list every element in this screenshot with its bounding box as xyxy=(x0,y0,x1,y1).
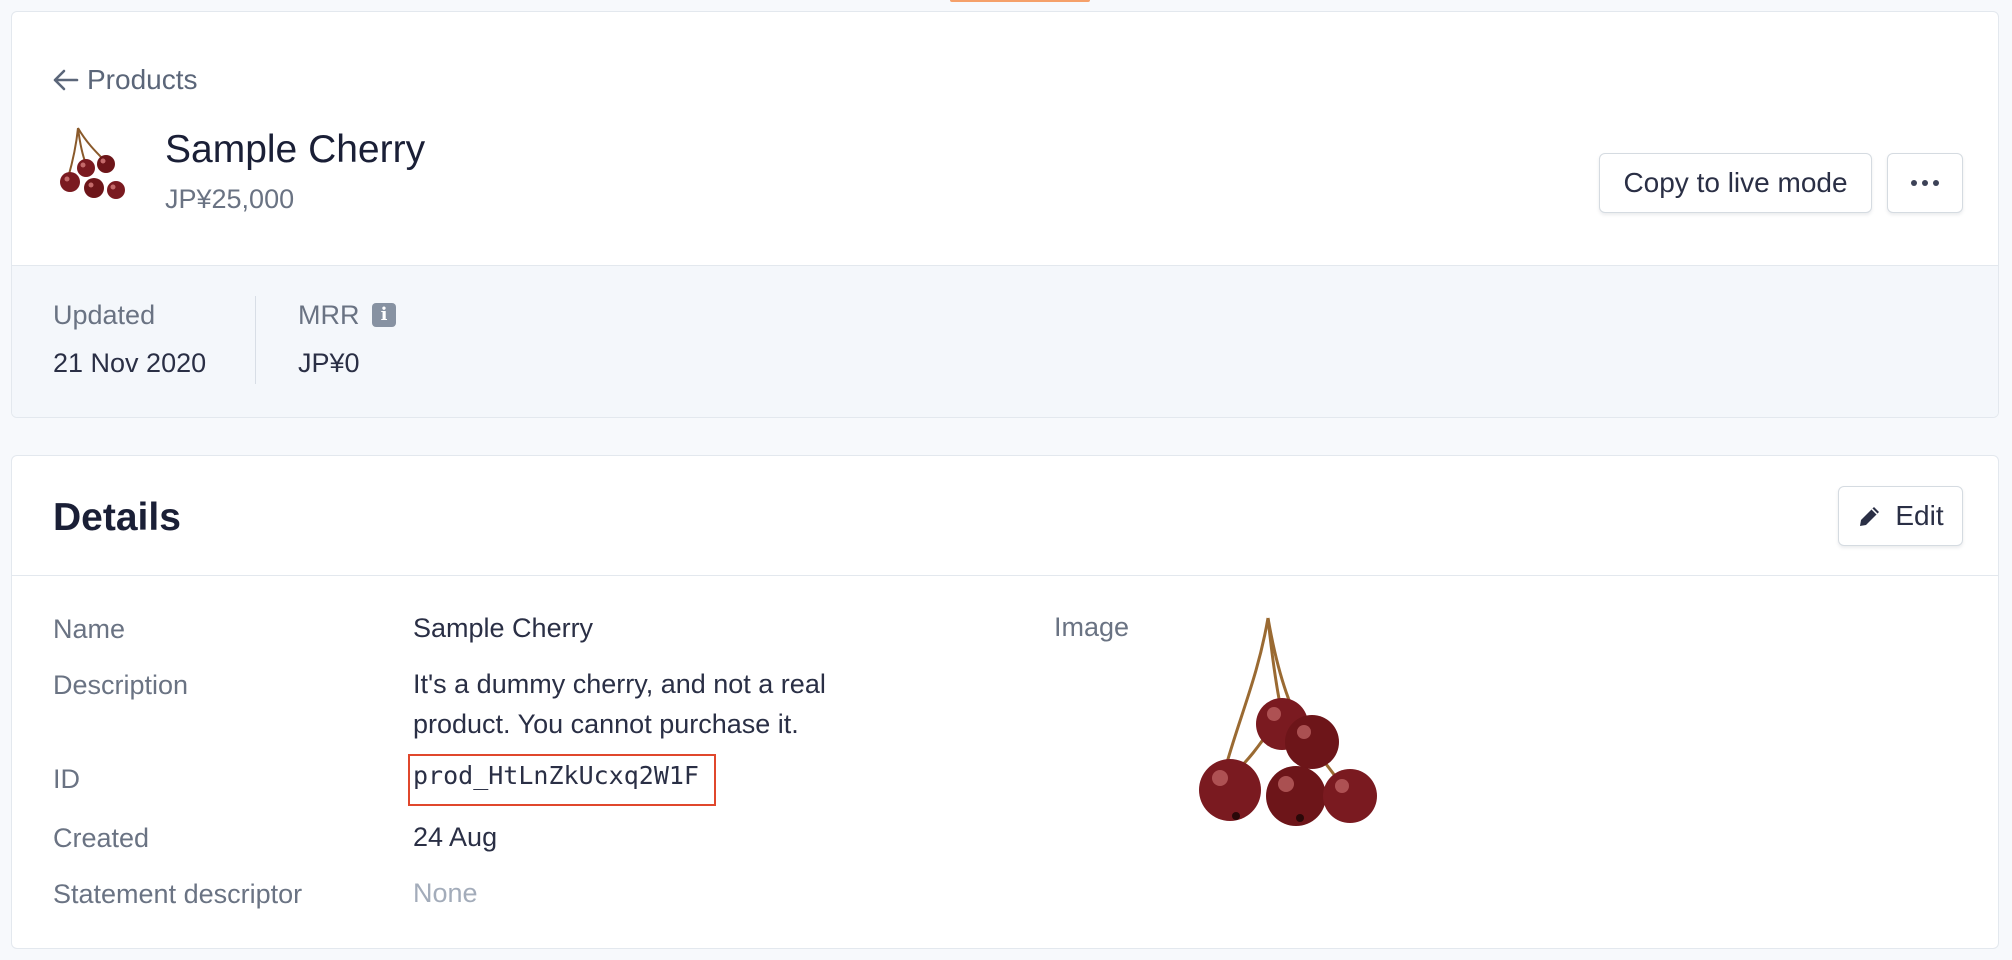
cherry-image xyxy=(1199,617,1377,826)
image-label: Image xyxy=(1054,612,1130,642)
id-label: ID xyxy=(53,764,80,794)
stats-divider xyxy=(255,296,256,384)
details-heading: Details xyxy=(53,496,181,539)
created-value: 24 Aug xyxy=(413,822,498,852)
pencil-icon xyxy=(1860,507,1880,526)
top-accent-bar xyxy=(950,0,1090,2)
copy-button-label: Copy to live mode xyxy=(1623,167,1848,198)
back-link-label: Products xyxy=(87,64,198,95)
details-card: Details Edit Name Sample Cherry Descript… xyxy=(11,455,1999,949)
updated-label: Updated xyxy=(53,300,156,330)
updated-value: 21 Nov 2020 xyxy=(53,348,207,378)
statement-descriptor-value: None xyxy=(413,878,478,908)
edit-button-label: Edit xyxy=(1895,500,1944,531)
more-actions-button[interactable] xyxy=(1887,153,1963,213)
created-label: Created xyxy=(53,823,150,853)
more-dots-icon xyxy=(1911,180,1939,186)
name-label: Name xyxy=(53,614,126,644)
mrr-label: MRR xyxy=(298,300,360,330)
product-id-value[interactable]: prod_HtLnZkUcxq2W1F xyxy=(413,761,699,790)
stats-strip: Updated 21 Nov 2020 MRR i JP¥0 xyxy=(12,265,1998,417)
details-divider xyxy=(12,575,1998,576)
back-to-products-link[interactable]: Products xyxy=(53,64,198,96)
product-title: Sample Cherry xyxy=(165,128,426,171)
description-value-line-1: It's a dummy cherry, and not a real xyxy=(413,669,826,699)
description-label: Description xyxy=(53,670,189,700)
product-header-card: Products Sample Cherry JP¥25,000 Copy to… xyxy=(11,11,1999,418)
statement-descriptor-label: Statement descriptor xyxy=(53,879,303,909)
arrow-left-icon xyxy=(53,69,79,91)
copy-to-live-mode-button[interactable]: Copy to live mode xyxy=(1599,153,1872,213)
mrr-value: JP¥0 xyxy=(298,348,360,378)
description-value-line-2: product. You cannot purchase it. xyxy=(413,709,799,739)
name-value: Sample Cherry xyxy=(413,613,594,643)
edit-button[interactable]: Edit xyxy=(1838,486,1963,546)
product-price: JP¥25,000 xyxy=(165,184,295,214)
info-icon[interactable]: i xyxy=(372,303,396,327)
product-thumbnail xyxy=(60,127,125,199)
